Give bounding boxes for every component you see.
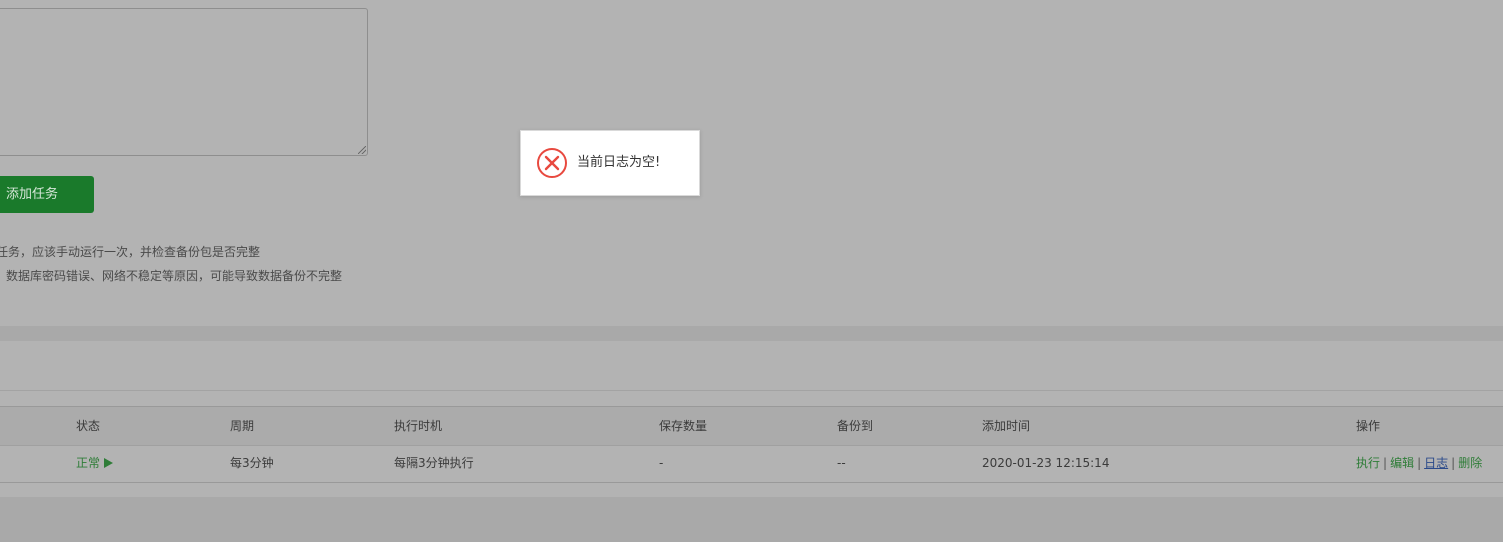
play-icon [104,458,114,468]
page-footer-band [0,497,1503,542]
section-divider [0,326,1503,341]
status-toggle[interactable]: 正常 [76,445,114,482]
header-added-time: 添加时间 [982,419,1031,433]
tip-manual-run: 任务，应该手动运行一次，并检查备份包是否完整 [0,245,261,259]
toast-message: 当前日志为空! [577,155,661,170]
add-task-button[interactable]: 添加任务 [0,176,94,213]
log-link[interactable]: 日志 [1424,456,1448,470]
tip-backup-incomplete: 数据库密码错误、网络不稳定等原因，可能导致数据备份不完整 [6,269,343,283]
run-link[interactable]: 执行 [1356,456,1380,470]
op-separator: | [1383,456,1388,470]
op-separator: | [1451,456,1456,470]
header-cycle: 周期 [230,419,255,433]
op-separator: | [1417,456,1422,470]
cell-operations: 执行 | 编辑 | 日志 | 删除 [1356,445,1482,482]
header-operations: 操作 [1356,419,1381,433]
delete-link[interactable]: 删除 [1458,456,1482,470]
header-exec-time: 执行时机 [394,419,443,433]
table-row: 正常 每3分钟 每隔3分钟执行 - -- 2020-01-23 12:15:14… [0,445,1503,483]
list-toolbar-divider [0,390,1503,391]
error-x-icon [537,148,567,178]
task-form-section: 添加任务 任务，应该手动运行一次，并检查备份包是否完整 数据库密码错误、网络不稳… [0,0,1503,326]
script-content-textarea[interactable] [0,8,368,156]
cell-backup-to: -- [837,456,846,470]
error-toast: 当前日志为空! [520,130,700,196]
header-backup-to: 备份到 [837,419,874,433]
page: 添加任务 任务，应该手动运行一次，并检查备份包是否完整 数据库密码错误、网络不稳… [0,0,1503,542]
task-list-section: 状态 周期 执行时机 保存数量 备份到 添加时间 操作 正常 每3分钟 每隔3分… [0,341,1503,497]
cell-cycle: 每3分钟 [230,456,274,470]
table-header: 状态 周期 执行时机 保存数量 备份到 添加时间 操作 [0,406,1503,446]
cell-exec-time: 每隔3分钟执行 [394,456,474,470]
edit-link[interactable]: 编辑 [1390,456,1414,470]
status-label: 正常 [76,456,101,470]
cell-keep-count: - [659,456,664,470]
header-status: 状态 [76,419,101,433]
cell-added-time: 2020-01-23 12:15:14 [982,456,1110,470]
resize-grip-icon[interactable] [358,146,366,154]
header-keep-count: 保存数量 [659,419,708,433]
